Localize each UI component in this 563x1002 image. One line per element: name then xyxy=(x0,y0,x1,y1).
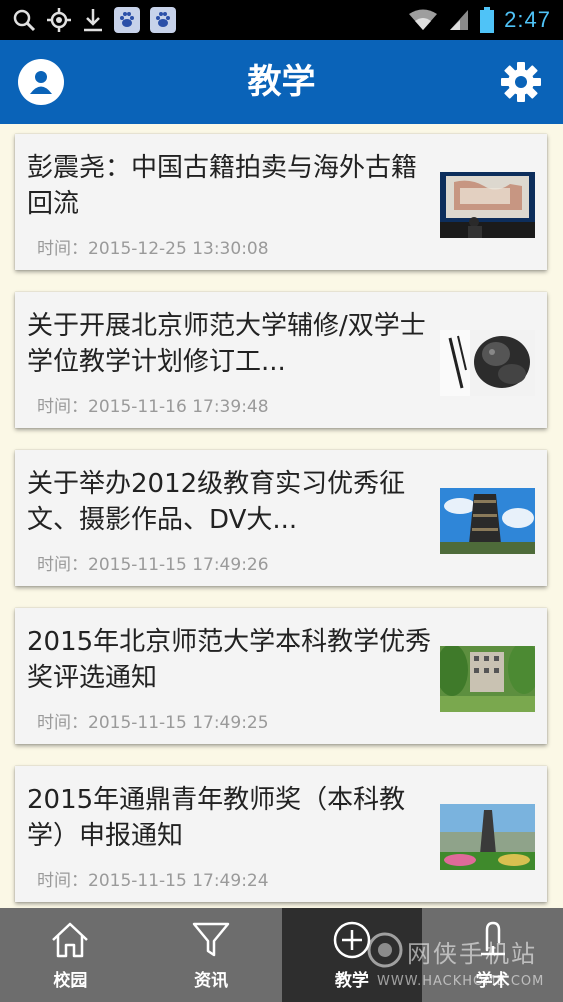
article-card[interactable]: 关于开展北京师范大学辅修/双学士学位教学计划修订工... 时间：2015-11-… xyxy=(15,292,547,428)
battery-icon xyxy=(480,7,495,33)
plus-circle-icon xyxy=(333,921,371,959)
user-icon xyxy=(30,71,52,94)
gear-icon xyxy=(501,62,541,102)
campus-tower-photo xyxy=(440,804,535,870)
article-time: 时间：2015-11-16 17:39:48 xyxy=(37,397,269,417)
article-title: 关于举办2012级教育实习优秀征文、摄影作品、DV大... xyxy=(27,469,406,535)
article-title: 2015年通鼎青年教师奖（本科教学）申报通知 xyxy=(27,785,406,851)
status-bar: 2:47 xyxy=(0,0,563,40)
stone-lion-photo xyxy=(440,330,535,396)
lamp-icon xyxy=(480,921,505,956)
article-time: 时间：2015-11-15 17:49:24 xyxy=(37,871,269,891)
download-icon xyxy=(84,9,102,32)
status-bar-system: 2:47 xyxy=(408,4,551,36)
article-card[interactable]: 彭震尧：中国古籍拍卖与海外古籍回流 时间：2015-12-25 13:30:08 xyxy=(15,134,547,270)
nav-item-academic[interactable]: 学术 xyxy=(422,908,563,1002)
signal-icon xyxy=(450,10,469,30)
baidu-icon xyxy=(114,7,140,33)
bottom-nav: 校园 资讯 教学 学术 xyxy=(0,908,563,1002)
search-icon xyxy=(13,9,36,32)
wifi-icon xyxy=(409,9,438,30)
app-header: 教学 xyxy=(0,40,563,124)
article-time: 时间：2015-12-25 13:30:08 xyxy=(37,239,269,259)
article-card[interactable]: 2015年通鼎青年教师奖（本科教学）申报通知 时间：2015-11-15 17:… xyxy=(15,766,547,902)
status-time: 2:47 xyxy=(504,7,551,32)
article-list: 彭震尧：中国古籍拍卖与海外古籍回流 时间：2015-12-25 13:30:08… xyxy=(0,124,563,908)
nav-label: 资讯 xyxy=(194,971,229,991)
baidu-icon xyxy=(150,7,176,33)
nav-label: 教学 xyxy=(334,971,369,991)
nav-item-teaching[interactable]: 教学 xyxy=(281,908,423,1002)
filter-icon xyxy=(192,922,230,957)
user-button[interactable] xyxy=(18,59,64,105)
campus-building-photo xyxy=(440,646,535,712)
article-title: 2015年北京师范大学本科教学优秀奖评选通知 xyxy=(27,627,432,693)
article-title: 关于开展北京师范大学辅修/双学士学位教学计划修订工... xyxy=(27,311,426,377)
article-time: 时间：2015-11-15 17:49:25 xyxy=(37,713,269,733)
article-title: 彭震尧：中国古籍拍卖与海外古籍回流 xyxy=(27,153,418,219)
nav-label: 学术 xyxy=(475,971,510,991)
nav-item-campus[interactable]: 校园 xyxy=(0,908,141,1002)
article-card[interactable]: 关于举办2012级教育实习优秀征文、摄影作品、DV大... 时间：2015-11… xyxy=(15,450,547,586)
nav-label: 校园 xyxy=(53,971,88,991)
home-icon xyxy=(52,922,89,958)
page-title: 教学 xyxy=(247,62,316,102)
location-icon xyxy=(47,8,71,32)
status-bar-notifications xyxy=(12,4,176,36)
article-card[interactable]: 2015年北京师范大学本科教学优秀奖评选通知 时间：2015-11-15 17:… xyxy=(15,608,547,744)
article-time: 时间：2015-11-15 17:49:26 xyxy=(37,555,269,575)
lecture-photo xyxy=(440,172,535,238)
settings-button[interactable] xyxy=(499,60,543,104)
nav-item-news[interactable]: 资讯 xyxy=(141,908,282,1002)
tower-photo xyxy=(440,488,535,554)
